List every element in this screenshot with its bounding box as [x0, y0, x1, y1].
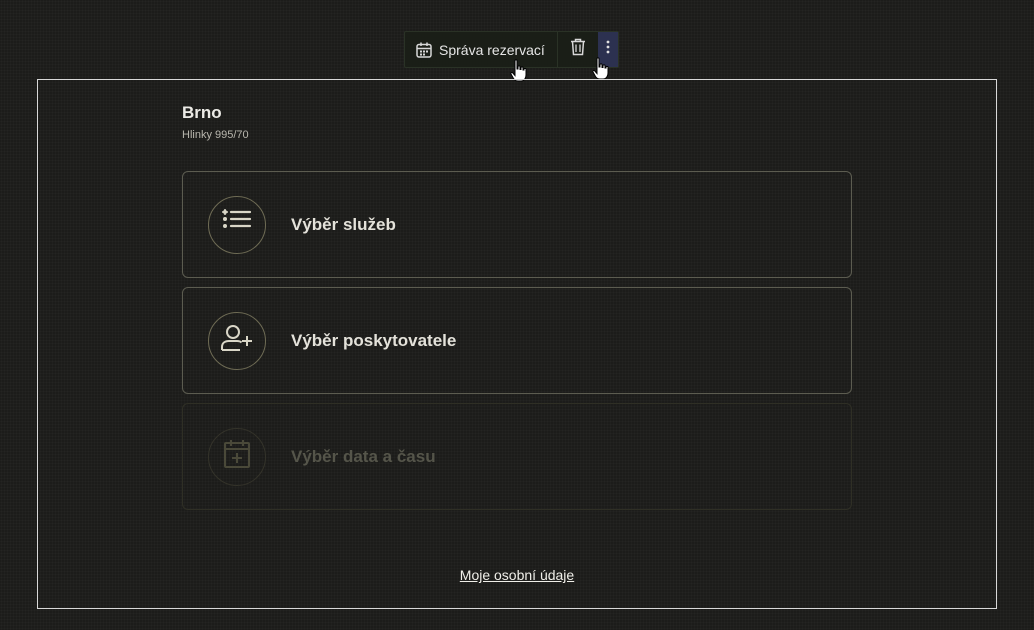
- step-select-provider[interactable]: Výběr poskytovatele: [182, 287, 852, 394]
- step-icon-circle: [208, 195, 266, 254]
- step-icon-circle: [208, 427, 266, 486]
- step-select-services[interactable]: Výběr služeb: [182, 171, 852, 278]
- delete-block-button[interactable]: [558, 32, 598, 67]
- step-label: Výběr služeb: [291, 214, 396, 234]
- step-label: Výběr data a času: [291, 446, 436, 466]
- more-vertical-icon: [606, 39, 610, 60]
- block-type-button[interactable]: Správa rezervací: [405, 32, 558, 67]
- block-type-label: Správa rezervací: [439, 41, 545, 58]
- step-label: Výběr poskytovatele: [291, 330, 457, 350]
- calendar-plus-icon: [223, 439, 251, 474]
- location-title: Brno: [182, 103, 222, 122]
- list-icon: [222, 209, 252, 240]
- block-toolbar: Správa rezervací: [404, 31, 619, 68]
- personal-data-link-row: Moje osobní údaje: [0, 567, 1034, 583]
- step-select-date-time: Výběr data a času: [182, 403, 852, 510]
- trash-icon: [570, 38, 586, 61]
- step-icon-circle: [208, 311, 266, 370]
- more-options-button[interactable]: [597, 32, 618, 67]
- calendar-icon: [415, 41, 433, 59]
- location-address: Hlinky 995/70: [182, 129, 249, 141]
- user-plus-icon: [221, 324, 253, 357]
- personal-data-link[interactable]: Moje osobní údaje: [460, 567, 574, 583]
